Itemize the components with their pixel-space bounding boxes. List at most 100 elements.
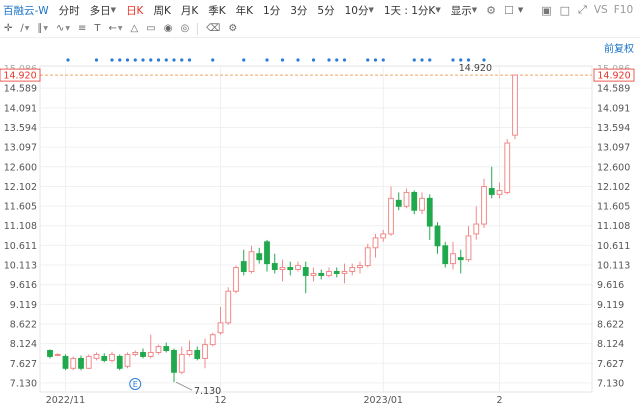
candle-body xyxy=(140,351,146,357)
news-dot-marker xyxy=(327,58,331,62)
news-dot-marker xyxy=(482,58,486,62)
candle-body xyxy=(333,270,340,274)
news-dot-marker xyxy=(172,58,176,62)
candle-body xyxy=(434,225,441,247)
candle-body xyxy=(364,247,371,267)
x-tick-label: 2022/11 xyxy=(46,395,85,406)
candle-body xyxy=(93,353,100,359)
candle-body xyxy=(457,257,464,261)
kline-chart[interactable]: 14.920 14.920 14.589 14.589 14.091 14.091 13.5… xyxy=(0,0,640,410)
y-tick-label-left: 14.589 xyxy=(4,84,37,95)
news-dot-marker xyxy=(381,58,385,62)
news-dot-marker xyxy=(335,58,339,62)
candle-body xyxy=(318,272,325,276)
y-tick-label-right: 9.119 xyxy=(597,300,624,311)
candle-body xyxy=(194,350,201,359)
candle-body xyxy=(504,142,511,193)
candle-body xyxy=(349,267,356,272)
news-dot-marker xyxy=(428,58,432,62)
news-dot-marker xyxy=(141,58,145,62)
candle-body xyxy=(380,233,387,239)
y-tick-label-right: 14.091 xyxy=(597,103,630,114)
y-tick-label-left: 11.108 xyxy=(4,221,37,232)
candle-body xyxy=(481,186,487,225)
candle-body xyxy=(47,350,53,357)
news-dot-marker xyxy=(373,58,378,62)
y-tick-label-left: 7.130 xyxy=(10,378,37,389)
candle-body xyxy=(450,253,456,265)
candle-body xyxy=(155,346,162,353)
candle-body xyxy=(256,253,263,261)
candle-body xyxy=(163,346,170,352)
y-tick-label-right: 7.627 xyxy=(597,359,624,370)
candle-body xyxy=(426,197,433,227)
news-dot-marker xyxy=(466,58,471,62)
candle-body xyxy=(302,267,309,276)
candle-body xyxy=(101,355,108,361)
candle-body xyxy=(116,355,123,369)
y-tick-label-left: 7.627 xyxy=(10,359,37,370)
candle-body xyxy=(217,322,224,334)
y-tick-label-right: 8.124 xyxy=(597,339,624,350)
y-tick-label-right: 7.130 xyxy=(597,378,624,389)
news-dot-marker xyxy=(342,58,347,62)
candle-body xyxy=(395,199,402,207)
y-tick-label-right: 13.594 xyxy=(597,123,630,134)
candle-body xyxy=(85,355,92,369)
candle-body xyxy=(310,272,317,276)
news-dot-marker xyxy=(366,58,370,62)
news-dot-marker xyxy=(180,58,184,62)
candle-body xyxy=(295,265,301,271)
y-tick-label-left: 14.091 xyxy=(4,103,37,114)
y-tick-label-right: 9.616 xyxy=(597,280,624,291)
y-tick-label-right: 11.108 xyxy=(597,221,630,232)
candle-body xyxy=(186,350,193,355)
candle-body xyxy=(473,223,480,235)
candle-body xyxy=(248,251,255,272)
high-price-annotation: 14.920 xyxy=(459,63,492,74)
y-tick-label-right: 8.622 xyxy=(597,319,624,330)
news-dot-marker xyxy=(412,58,416,62)
candle-body xyxy=(109,353,115,361)
x-tick-label: 2 xyxy=(496,395,502,406)
candle-body xyxy=(62,355,69,369)
news-dot-marker xyxy=(133,58,137,62)
candle-body xyxy=(178,353,185,373)
y-tick-label-left: 8.124 xyxy=(10,339,37,350)
candle-body xyxy=(132,351,139,355)
news-dot-marker xyxy=(125,58,130,62)
news-dot-marker xyxy=(118,58,122,62)
candle-body xyxy=(357,265,363,269)
y-tick-label-right: 10.611 xyxy=(597,241,630,252)
candle-body xyxy=(70,357,77,369)
y-tick-label-left: 10.611 xyxy=(4,241,37,252)
candle-body xyxy=(225,290,232,324)
candle-body xyxy=(465,235,472,261)
candle-body xyxy=(171,350,177,373)
candle-body xyxy=(124,353,131,367)
candle-body xyxy=(78,357,84,369)
y-tick-label-left: 9.119 xyxy=(10,300,37,311)
news-dot-marker xyxy=(149,58,153,62)
candle-body xyxy=(419,197,425,211)
candle-body xyxy=(372,237,379,249)
plot-frame xyxy=(39,65,593,393)
y-tick-label-right: 12.102 xyxy=(597,182,630,193)
news-dot-marker xyxy=(242,58,246,62)
news-dot-marker xyxy=(296,58,300,62)
x-tick-label: 2023/01 xyxy=(364,395,403,406)
low-price-annotation: 7.130 xyxy=(194,386,221,397)
candle-body xyxy=(147,351,154,357)
candle-body xyxy=(442,245,449,265)
y-tick-label-left: 9.616 xyxy=(10,280,37,291)
news-dot-marker xyxy=(156,58,161,62)
y-tick-label-right: 11.605 xyxy=(597,202,630,213)
candle-body xyxy=(233,267,239,292)
candle-body xyxy=(341,270,348,274)
candle-body xyxy=(512,74,518,136)
news-dot-marker xyxy=(280,58,285,62)
y-tick-label-left: 11.605 xyxy=(4,202,37,213)
candle-body xyxy=(271,263,278,271)
candle-body xyxy=(411,191,418,211)
y-tick-label-left: 12.600 xyxy=(4,162,37,173)
